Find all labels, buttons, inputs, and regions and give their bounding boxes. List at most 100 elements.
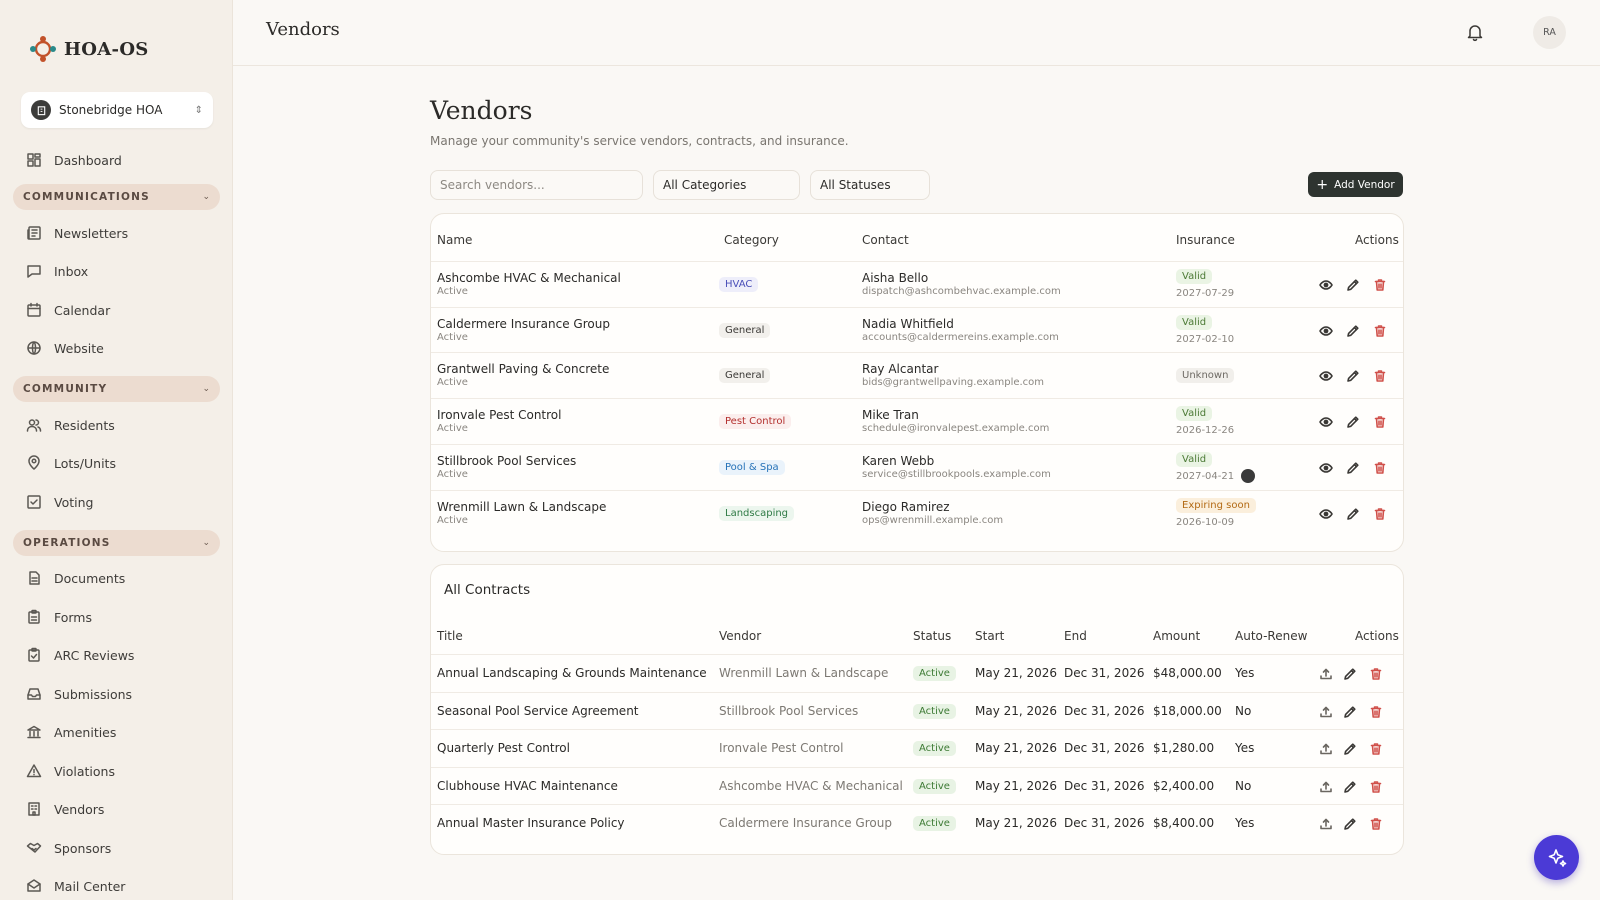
search-input[interactable] <box>430 170 643 200</box>
delete-icon[interactable] <box>1373 461 1387 475</box>
map-pin-icon <box>28 455 40 470</box>
table-row[interactable]: Annual Master Insurance Policy Caldermere… <box>431 804 1403 842</box>
contract-vendor[interactable]: Caldermere Insurance Group <box>719 816 892 830</box>
delete-icon[interactable] <box>1373 415 1387 429</box>
delete-icon[interactable] <box>1369 667 1383 681</box>
sidebar-item-mail-center[interactable]: Mail Center <box>26 875 125 897</box>
contract-title[interactable]: Seasonal Pool Service Agreement <box>437 704 639 718</box>
section-community[interactable]: COMMUNITY ⌄ <box>13 376 220 402</box>
view-icon[interactable] <box>1319 461 1333 475</box>
edit-icon[interactable] <box>1343 705 1357 719</box>
vendor-name[interactable]: Wrenmill Lawn & Landscape <box>437 500 606 514</box>
edit-icon[interactable] <box>1346 278 1360 292</box>
upload-icon[interactable] <box>1319 742 1333 756</box>
column-header: Status <box>913 629 952 643</box>
sidebar-item-inbox[interactable]: Inbox <box>26 260 88 282</box>
delete-icon[interactable] <box>1373 507 1387 521</box>
sidebar-item-documents[interactable]: Documents <box>26 567 125 589</box>
delete-icon[interactable] <box>1373 324 1387 338</box>
vendor-name[interactable]: Grantwell Paving & Concrete <box>437 362 609 376</box>
upload-icon[interactable] <box>1319 705 1333 719</box>
edit-icon[interactable] <box>1346 369 1360 383</box>
table-row[interactable]: Quarterly Pest Control Ironvale Pest Cont… <box>431 729 1403 767</box>
vendor-name[interactable]: Stillbrook Pool Services <box>437 454 576 468</box>
category-filter[interactable]: All Categories <box>653 170 800 200</box>
contract-vendor[interactable]: Stillbrook Pool Services <box>719 704 858 718</box>
table-row[interactable]: Stillbrook Pool Services Active Pool & Spa… <box>431 443 1403 490</box>
delete-icon[interactable] <box>1373 369 1387 383</box>
column-header: Actions <box>1355 233 1399 247</box>
sidebar-item-calendar[interactable]: Calendar <box>26 299 110 321</box>
users-icon <box>26 419 42 432</box>
view-icon[interactable] <box>1319 278 1333 292</box>
sidebar-item-residents[interactable]: Residents <box>26 414 115 436</box>
sidebar-item-vendors[interactable]: Vendors <box>26 798 104 820</box>
sidebar-item-lots-units[interactable]: Lots/Units <box>26 452 116 474</box>
section-communications[interactable]: COMMUNICATIONS ⌄ <box>13 184 220 210</box>
upload-icon[interactable] <box>1319 817 1333 831</box>
delete-icon[interactable] <box>1369 817 1383 831</box>
delete-icon <box>1370 818 1382 830</box>
vendor-name[interactable]: Caldermere Insurance Group <box>437 317 610 331</box>
edit-icon[interactable] <box>1346 507 1360 521</box>
ai-assistant-button[interactable] <box>1534 835 1579 880</box>
edit-icon <box>1347 416 1359 428</box>
table-row[interactable]: Grantwell Paving & Concrete Active General… <box>431 352 1403 398</box>
contract-title[interactable]: Annual Master Insurance Policy <box>437 816 625 830</box>
delete-icon[interactable] <box>1369 742 1383 756</box>
delete-icon[interactable] <box>1373 278 1387 292</box>
sidebar-item-newsletters[interactable]: Newsletters <box>26 222 128 244</box>
edit-icon[interactable] <box>1343 780 1357 794</box>
contract-auto-renew: No <box>1235 703 1252 718</box>
sidebar-item-label: Mail Center <box>54 878 126 894</box>
edit-icon[interactable] <box>1343 667 1357 681</box>
vendor-name[interactable]: Ironvale Pest Control <box>437 408 561 422</box>
status-filter[interactable]: All Statuses <box>810 170 930 200</box>
sidebar-item-voting[interactable]: Voting <box>26 491 93 513</box>
edit-icon[interactable] <box>1343 817 1357 831</box>
table-row[interactable]: Caldermere Insurance Group Active General N… <box>431 306 1403 353</box>
delete-icon[interactable] <box>1369 780 1383 794</box>
contract-title[interactable]: Clubhouse HVAC Maintenance <box>437 779 618 793</box>
sidebar-item-forms[interactable]: Forms <box>26 606 92 628</box>
alert-triangle-icon <box>26 764 42 778</box>
contract-vendor[interactable]: Ashcombe HVAC & Mechanical <box>719 779 903 793</box>
sidebar-item-submissions[interactable]: Submissions <box>26 683 132 705</box>
edit-icon[interactable] <box>1343 742 1357 756</box>
user-avatar[interactable]: RA <box>1533 16 1566 49</box>
org-switcher[interactable]: Stonebridge HOA ⇕ <box>21 92 213 128</box>
table-row[interactable]: Ironvale Pest Control Active Pest Control M… <box>431 398 1403 444</box>
sidebar-item-arc-reviews[interactable]: ARC Reviews <box>26 644 134 666</box>
sidebar-item-amenities[interactable]: Amenities <box>26 721 116 743</box>
edit-icon[interactable] <box>1346 415 1360 429</box>
view-icon[interactable] <box>1319 324 1333 338</box>
edit-icon[interactable] <box>1346 324 1360 338</box>
table-row[interactable]: Ashcombe HVAC & Mechanical Active HVAC Aish… <box>431 261 1403 307</box>
section-operations[interactable]: OPERATIONS ⌄ <box>13 530 220 556</box>
contract-vendor[interactable]: Wrenmill Lawn & Landscape <box>719 666 888 680</box>
table-row[interactable]: Clubhouse HVAC Maintenance Ashcombe HVAC … <box>431 766 1403 805</box>
upload-icon[interactable] <box>1319 667 1333 681</box>
sidebar-item-sponsors[interactable]: Sponsors <box>26 837 111 859</box>
view-icon[interactable] <box>1319 507 1333 521</box>
contract-title[interactable]: Quarterly Pest Control <box>437 741 570 755</box>
sidebar-item-dashboard[interactable]: Dashboard <box>26 149 122 171</box>
contract-vendor[interactable]: Ironvale Pest Control <box>719 741 843 755</box>
table-row[interactable]: Wrenmill Lawn & Landscape Active Landscapi… <box>431 489 1403 536</box>
add-vendor-button[interactable]: + Add Vendor <box>1308 172 1403 197</box>
upload-icon[interactable] <box>1319 780 1333 794</box>
view-icon[interactable] <box>1319 415 1333 429</box>
edit-icon <box>1347 279 1359 291</box>
edit-icon <box>1347 462 1359 474</box>
vendor-name[interactable]: Ashcombe HVAC & Mechanical <box>437 271 621 285</box>
table-row[interactable]: Annual Landscaping & Grounds Maintenance… <box>431 654 1403 692</box>
edit-icon[interactable] <box>1346 461 1360 475</box>
sidebar-item-website[interactable]: Website <box>26 337 104 359</box>
bell-icon[interactable] <box>1465 22 1485 42</box>
sidebar-item-violations[interactable]: Violations <box>26 760 115 782</box>
app-logo[interactable]: HOA-OS <box>28 34 149 64</box>
view-icon[interactable] <box>1319 369 1333 383</box>
contract-title[interactable]: Annual Landscaping & Grounds Maintenance <box>437 666 707 680</box>
delete-icon[interactable] <box>1369 705 1383 719</box>
table-row[interactable]: Seasonal Pool Service Agreement Stillbroo… <box>431 691 1403 730</box>
